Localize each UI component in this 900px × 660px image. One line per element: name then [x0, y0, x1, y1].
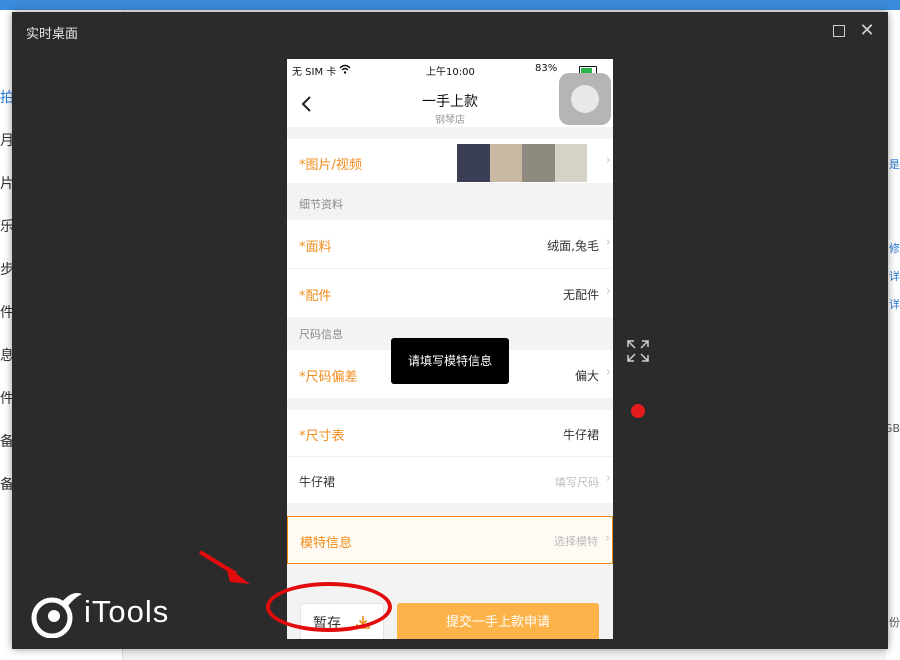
thumbnail-image[interactable]: [522, 144, 555, 182]
accessory-value: 无配件: [562, 288, 599, 302]
fabric-row[interactable]: *面料 绒面,兔毛 ›: [287, 220, 613, 268]
thumbnail-image[interactable]: [489, 144, 522, 182]
media-row[interactable]: *图片/视频 ›: [287, 139, 613, 183]
carrier-label: 无 SIM 卡: [292, 67, 337, 78]
background-toolbar: [0, 0, 900, 10]
bg-right-fragment: 份: [889, 616, 900, 629]
fabric-value: 绒面,兔毛: [547, 239, 599, 253]
bg-right-fragment[interactable]: 修: [889, 240, 900, 256]
chevron-right-icon: ›: [605, 153, 611, 168]
model-info-row[interactable]: 模特信息 选择模特 ›: [287, 516, 613, 564]
itools-logo-text: iTools: [84, 594, 170, 629]
media-thumbnails[interactable]: [457, 144, 587, 182]
model-hint: 选择模特: [554, 535, 598, 548]
window-titlebar[interactable]: 实时桌面 ✕: [12, 12, 888, 50]
fullscreen-toggle-icon[interactable]: [626, 339, 650, 363]
phone-screen[interactable]: 无 SIM 卡 上午10:00 83% 一手上款 钢琴店 *图片/视频 › 细节…: [287, 59, 613, 639]
size-bias-value: 偏大: [574, 369, 599, 383]
maximize-icon[interactable]: [830, 22, 848, 40]
battery-percent: 83%: [535, 63, 558, 74]
thumbnail-image[interactable]: [554, 144, 587, 182]
size-item-hint: 填写尺码: [555, 476, 599, 489]
size-bias-label: *尺码偏差: [299, 370, 358, 385]
chevron-right-icon: ›: [605, 365, 611, 380]
status-time: 上午10:00: [426, 67, 475, 78]
chevron-right-icon: ›: [605, 471, 611, 486]
section-detail-title: 细节资料: [299, 198, 343, 211]
submit-button[interactable]: 提交一手上款申请: [397, 603, 599, 639]
chevron-right-icon: ›: [605, 284, 611, 299]
annotation-ellipse: [266, 582, 392, 632]
size-table-label: *尺寸表: [299, 429, 345, 444]
assistive-touch-button[interactable]: [559, 73, 611, 125]
bg-right-fragment[interactable]: 是: [889, 156, 900, 172]
wifi-icon: [339, 64, 351, 74]
section-header: 细节资料: [287, 183, 613, 219]
record-indicator: [631, 404, 645, 418]
background-right-panel: 是 修 详 详 GB 份: [884, 10, 900, 660]
media-label: *图片/视频: [299, 158, 362, 173]
bg-right-fragment[interactable]: 详: [889, 268, 900, 284]
size-item-row[interactable]: 牛仔裙 填写尺码 ›: [287, 456, 613, 503]
accessory-label: *配件: [299, 289, 332, 304]
chevron-right-icon: ›: [605, 235, 611, 250]
model-label: 模特信息: [300, 536, 353, 551]
toast-message: 请填写模特信息: [391, 338, 509, 384]
size-table-row[interactable]: *尺寸表 牛仔裙: [287, 410, 613, 456]
window-title: 实时桌面: [26, 27, 79, 42]
size-table-value: 牛仔裙: [562, 428, 599, 442]
itools-logo-icon: [31, 593, 82, 638]
chevron-right-icon: ›: [604, 531, 610, 546]
live-desktop-window: 实时桌面 ✕ 无 SIM 卡 上午10:00 83% 一手上款 钢琴店 *图片/…: [12, 12, 888, 649]
section-size-title: 尺码信息: [299, 328, 343, 341]
accessory-row[interactable]: *配件 无配件 ›: [287, 268, 613, 317]
size-item-label: 牛仔裙: [299, 475, 336, 489]
fabric-label: *面料: [299, 240, 332, 255]
bg-right-fragment[interactable]: 详: [889, 296, 900, 312]
thumbnail-image[interactable]: [457, 144, 490, 182]
annotation-arrow-icon: [198, 550, 250, 584]
close-icon[interactable]: ✕: [858, 22, 876, 40]
